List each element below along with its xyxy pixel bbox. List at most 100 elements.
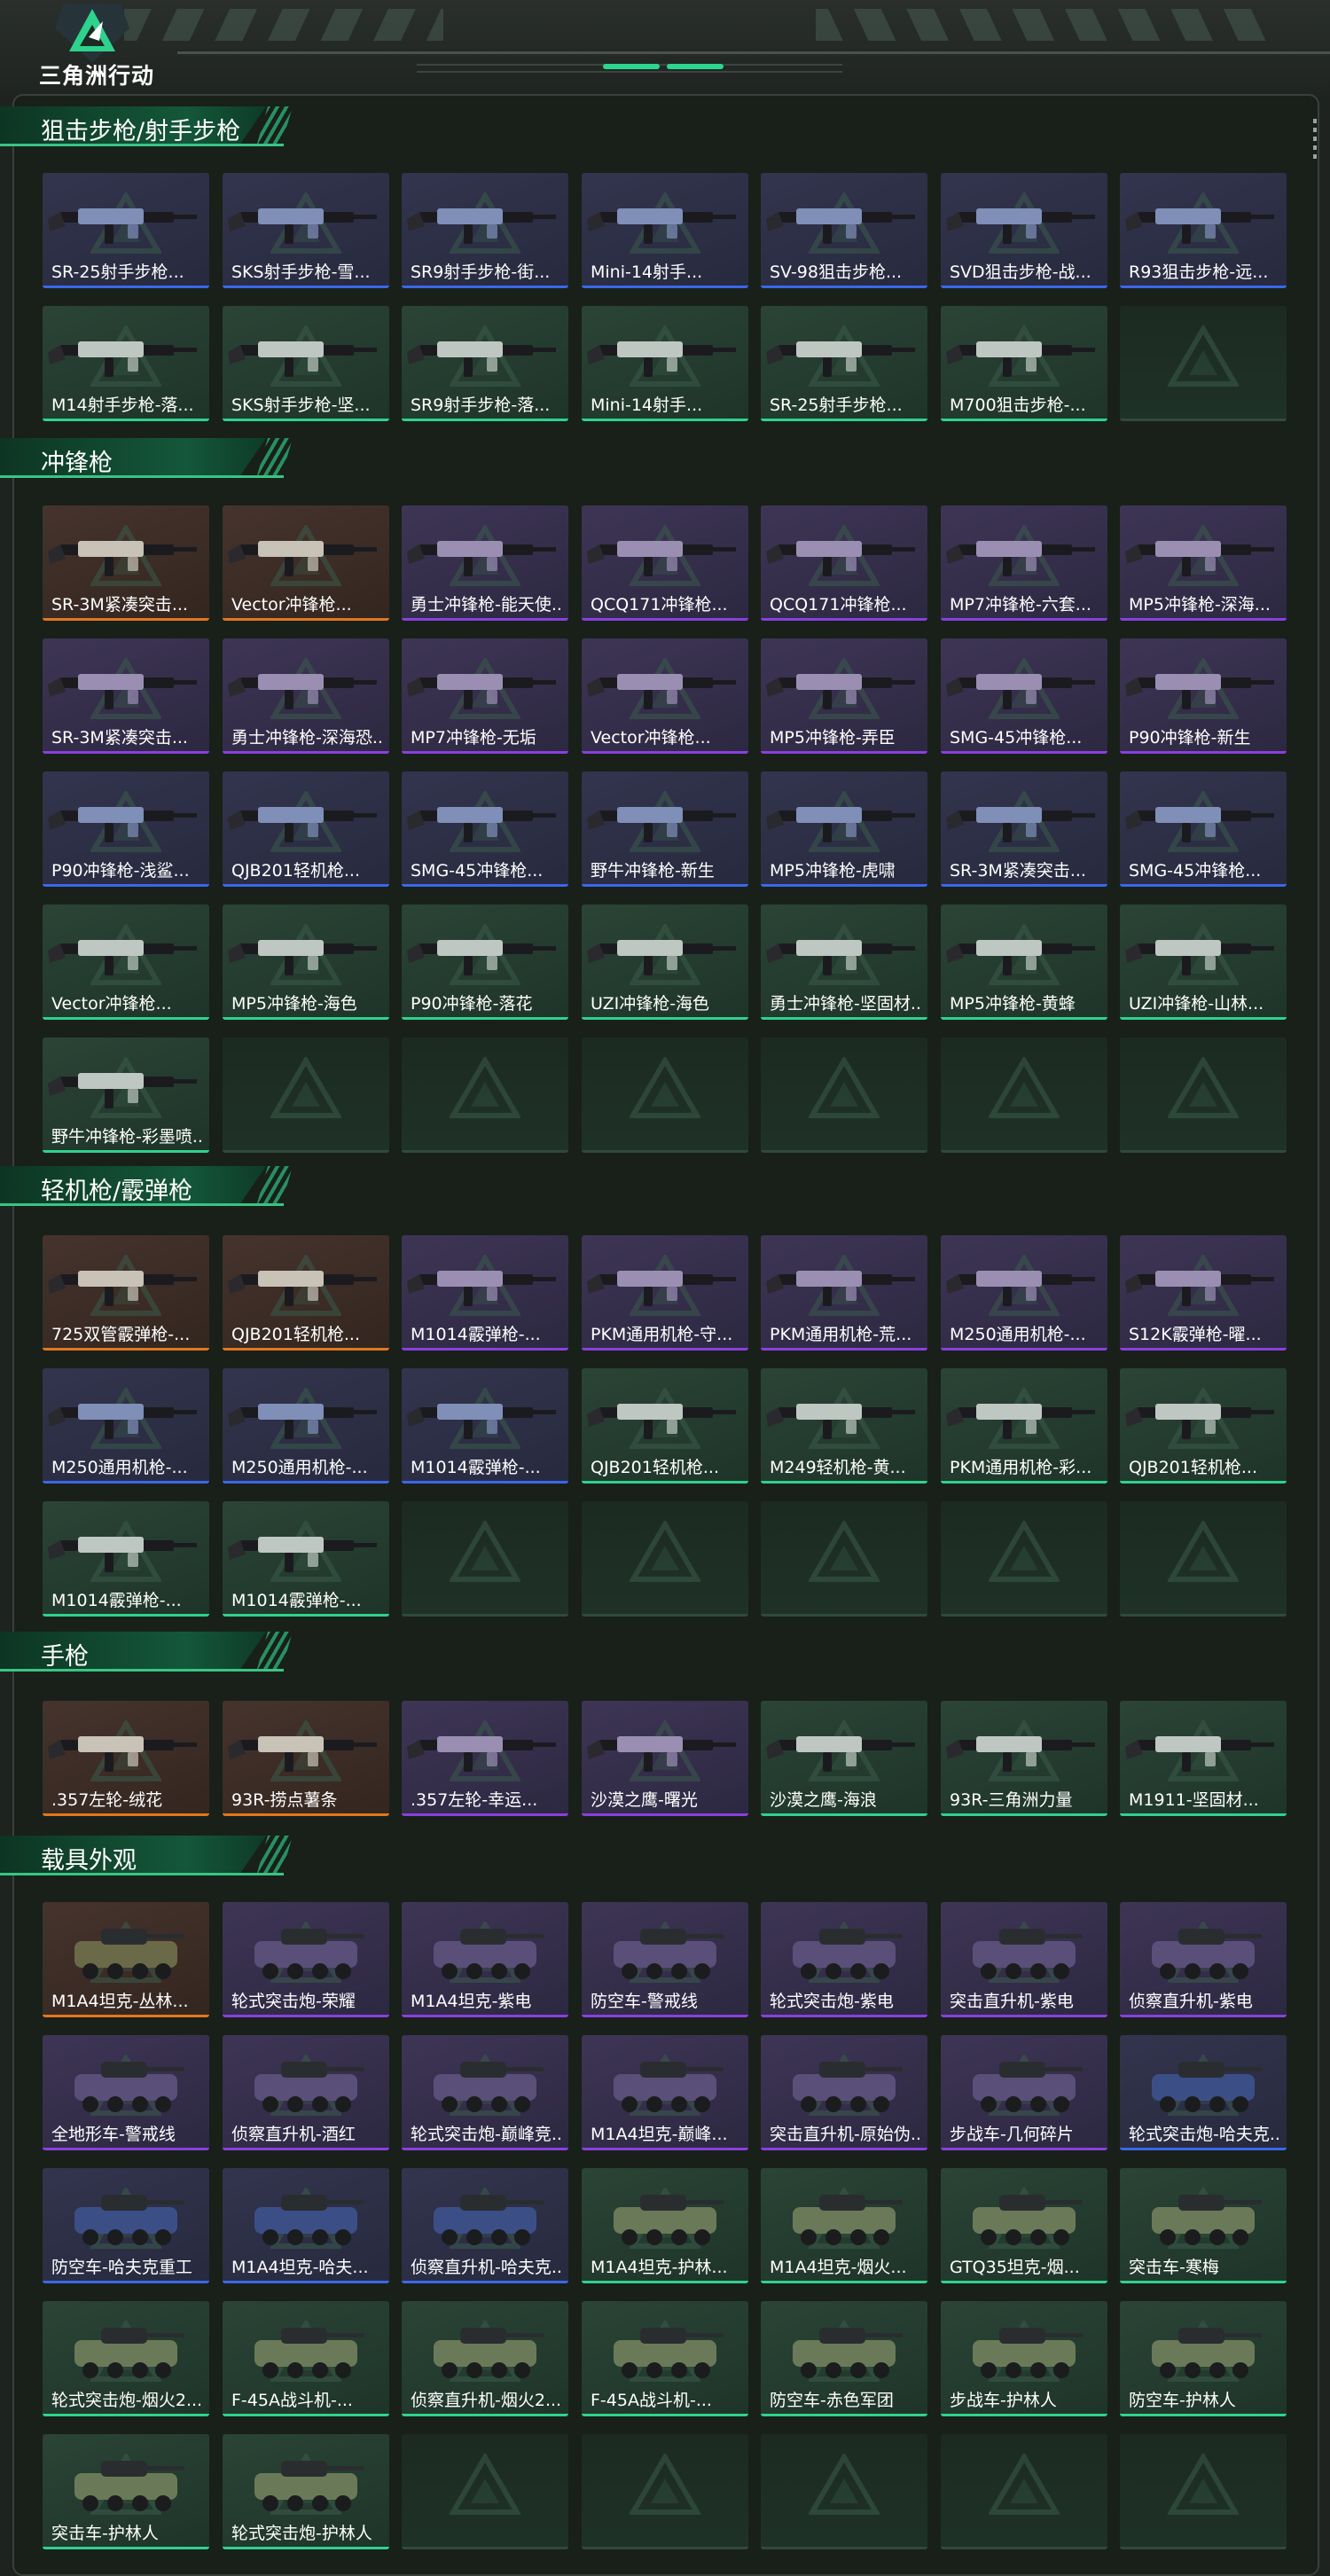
item-card[interactable]: 勇士冲锋枪-能天使... bbox=[402, 505, 568, 621]
item-card[interactable]: SR-25射手步枪... bbox=[761, 306, 927, 421]
item-card[interactable]: Vector冲锋枪... bbox=[223, 505, 389, 621]
item-card[interactable]: M1A4坦克-巅峰... bbox=[582, 2035, 748, 2150]
weapon-skin-image bbox=[582, 1368, 748, 1457]
item-card[interactable]: MP5冲锋枪-黄蜂 bbox=[941, 904, 1107, 1020]
item-card[interactable]: 全地形车-警戒线 bbox=[43, 2035, 209, 2150]
item-label: M1A4坦克-哈夫... bbox=[231, 2258, 369, 2277]
item-card[interactable]: 侦察直升机-哈夫克... bbox=[402, 2168, 568, 2283]
item-card[interactable]: F-45A战斗机-... bbox=[223, 2301, 389, 2416]
weapon-skin-image bbox=[941, 1235, 1107, 1324]
item-card[interactable]: R93狙击步枪-远... bbox=[1120, 173, 1287, 288]
item-card[interactable]: 步战车-几何碎片 bbox=[941, 2035, 1107, 2150]
item-card[interactable]: 轮式突击炮-烟火2... bbox=[43, 2301, 209, 2416]
item-card[interactable]: 轮式突击炮-紫电 bbox=[761, 1902, 927, 2017]
item-card[interactable]: SR9射手步枪-街... bbox=[402, 173, 568, 288]
item-card[interactable]: SV-98狙击步枪... bbox=[761, 173, 927, 288]
item-card[interactable]: QJB201轻机枪... bbox=[1120, 1368, 1287, 1484]
scrollbar-handle[interactable] bbox=[1313, 119, 1317, 160]
item-card[interactable]: MP7冲锋枪-无垢 bbox=[402, 638, 568, 754]
item-card[interactable]: Vector冲锋枪... bbox=[582, 638, 748, 754]
item-card[interactable]: 侦察直升机-酒红 bbox=[223, 2035, 389, 2150]
item-card[interactable]: 突击车-寒梅 bbox=[1120, 2168, 1287, 2283]
item-card[interactable]: P90冲锋枪-落花 bbox=[402, 904, 568, 1020]
item-card[interactable]: 突击直升机-紫电 bbox=[941, 1902, 1107, 2017]
item-card[interactable]: .357左轮-幸运... bbox=[402, 1701, 568, 1816]
item-card[interactable]: Mini-14射手... bbox=[582, 173, 748, 288]
item-card[interactable]: M250通用机枪-... bbox=[43, 1368, 209, 1484]
item-card[interactable]: Vector冲锋枪... bbox=[43, 904, 209, 1020]
item-card[interactable]: P90冲锋枪-浅鲨... bbox=[43, 771, 209, 887]
item-card[interactable]: 勇士冲锋枪-深海恐... bbox=[223, 638, 389, 754]
item-card[interactable]: SMG-45冲锋枪... bbox=[402, 771, 568, 887]
item-card[interactable]: 93R-捞点薯条 bbox=[223, 1701, 389, 1816]
item-card[interactable]: SR-25射手步枪... bbox=[43, 173, 209, 288]
item-card[interactable]: MP5冲锋枪-弄臣 bbox=[761, 638, 927, 754]
item-card[interactable]: MP7冲锋枪-六套... bbox=[941, 505, 1107, 621]
item-card[interactable]: QCQ171冲锋枪... bbox=[761, 505, 927, 621]
item-card[interactable]: .357左轮-绒花 bbox=[43, 1701, 209, 1816]
item-card[interactable]: M1014霰弹枪-... bbox=[43, 1501, 209, 1617]
item-card[interactable]: SMG-45冲锋枪... bbox=[941, 638, 1107, 754]
item-card[interactable]: S12K霰弹枪-曜... bbox=[1120, 1235, 1287, 1351]
item-card[interactable]: 沙漠之鹰-海浪 bbox=[761, 1701, 927, 1816]
item-card[interactable]: M1A4坦克-紫电 bbox=[402, 1902, 568, 2017]
item-card[interactable]: QJB201轻机枪... bbox=[223, 771, 389, 887]
item-card[interactable]: SKS射手步枪-雪... bbox=[223, 173, 389, 288]
item-card[interactable]: 725双管霰弹枪-... bbox=[43, 1235, 209, 1351]
item-card[interactable]: M1014霰弹枪-... bbox=[402, 1235, 568, 1351]
item-card[interactable]: 轮式突击炮-护林人 bbox=[223, 2434, 389, 2549]
item-card[interactable]: SR9射手步枪-落... bbox=[402, 306, 568, 421]
item-card[interactable]: SMG-45冲锋枪... bbox=[1120, 771, 1287, 887]
item-card[interactable]: M249轻机枪-黄... bbox=[761, 1368, 927, 1484]
item-card[interactable]: 野牛冲锋枪-新生 bbox=[582, 771, 748, 887]
item-card[interactable]: M1A4坦克-哈夫... bbox=[223, 2168, 389, 2283]
item-card[interactable]: SR-3M紧凑突击... bbox=[43, 638, 209, 754]
item-card[interactable]: M1014霰弹枪-... bbox=[223, 1501, 389, 1617]
item-card[interactable]: SR-3M紧凑突击... bbox=[941, 771, 1107, 887]
item-card[interactable]: 侦察直升机-紫电 bbox=[1120, 1902, 1287, 2017]
item-card[interactable]: M1014霰弹枪-... bbox=[402, 1368, 568, 1484]
item-card[interactable]: 侦察直升机-烟火2... bbox=[402, 2301, 568, 2416]
item-card[interactable]: PKM通用机枪-彩... bbox=[941, 1368, 1107, 1484]
item-card[interactable]: 轮式突击炮-荣耀 bbox=[223, 1902, 389, 2017]
item-card[interactable]: 防空车-哈夫克重工 bbox=[43, 2168, 209, 2283]
weapon-skin-image bbox=[761, 306, 927, 395]
item-card[interactable]: 轮式突击炮-巅峰竞... bbox=[402, 2035, 568, 2150]
item-card[interactable]: 防空车-警戒线 bbox=[582, 1902, 748, 2017]
item-card[interactable]: Mini-14射手... bbox=[582, 306, 748, 421]
item-card[interactable]: QCQ171冲锋枪... bbox=[582, 505, 748, 621]
item-card[interactable]: 突击直升机-原始伪... bbox=[761, 2035, 927, 2150]
item-card[interactable]: 轮式突击炮-哈夫克... bbox=[1120, 2035, 1287, 2150]
item-card[interactable]: M250通用机枪-... bbox=[223, 1368, 389, 1484]
item-card[interactable]: 勇士冲锋枪-坚固材... bbox=[761, 904, 927, 1020]
item-card[interactable]: UZI冲锋枪-海色 bbox=[582, 904, 748, 1020]
item-card[interactable]: 93R-三角洲力量 bbox=[941, 1701, 1107, 1816]
item-card[interactable]: 防空车-赤色军团 bbox=[761, 2301, 927, 2416]
item-card[interactable]: M700狙击步枪-... bbox=[941, 306, 1107, 421]
item-card[interactable]: M1A4坦克-丛林... bbox=[43, 1902, 209, 2017]
item-card[interactable]: MP5冲锋枪-海色 bbox=[223, 904, 389, 1020]
item-card[interactable]: M1A4坦克-烟火... bbox=[761, 2168, 927, 2283]
item-card[interactable]: UZI冲锋枪-山林... bbox=[1120, 904, 1287, 1020]
item-card[interactable]: P90冲锋枪-新生 bbox=[1120, 638, 1287, 754]
item-card[interactable]: 野牛冲锋枪-彩墨喷... bbox=[43, 1037, 209, 1153]
item-card[interactable]: PKM通用机枪-荒... bbox=[761, 1235, 927, 1351]
item-card[interactable]: SR-3M紧凑突击... bbox=[43, 505, 209, 621]
item-card[interactable]: PKM通用机枪-守... bbox=[582, 1235, 748, 1351]
item-card[interactable]: M1911-坚固材... bbox=[1120, 1701, 1287, 1816]
item-card[interactable]: MP5冲锋枪-虎啸 bbox=[761, 771, 927, 887]
item-card[interactable]: SVD狙击步枪-战... bbox=[941, 173, 1107, 288]
item-card[interactable]: 防空车-护林人 bbox=[1120, 2301, 1287, 2416]
item-card[interactable]: F-45A战斗机-... bbox=[582, 2301, 748, 2416]
item-card[interactable]: QJB201轻机枪... bbox=[223, 1235, 389, 1351]
item-card[interactable]: 步战车-护林人 bbox=[941, 2301, 1107, 2416]
item-card[interactable]: M250通用机枪-... bbox=[941, 1235, 1107, 1351]
item-card[interactable]: MP5冲锋枪-深海... bbox=[1120, 505, 1287, 621]
item-card[interactable]: 沙漠之鹰-曙光 bbox=[582, 1701, 748, 1816]
item-card[interactable]: M1A4坦克-护林... bbox=[582, 2168, 748, 2283]
item-card[interactable]: QJB201轻机枪... bbox=[582, 1368, 748, 1484]
item-card[interactable]: M14射手步枪-落... bbox=[43, 306, 209, 421]
item-card[interactable]: SKS射手步枪-坚... bbox=[223, 306, 389, 421]
item-card[interactable]: GTQ35坦克-烟... bbox=[941, 2168, 1107, 2283]
item-card[interactable]: 突击车-护林人 bbox=[43, 2434, 209, 2549]
